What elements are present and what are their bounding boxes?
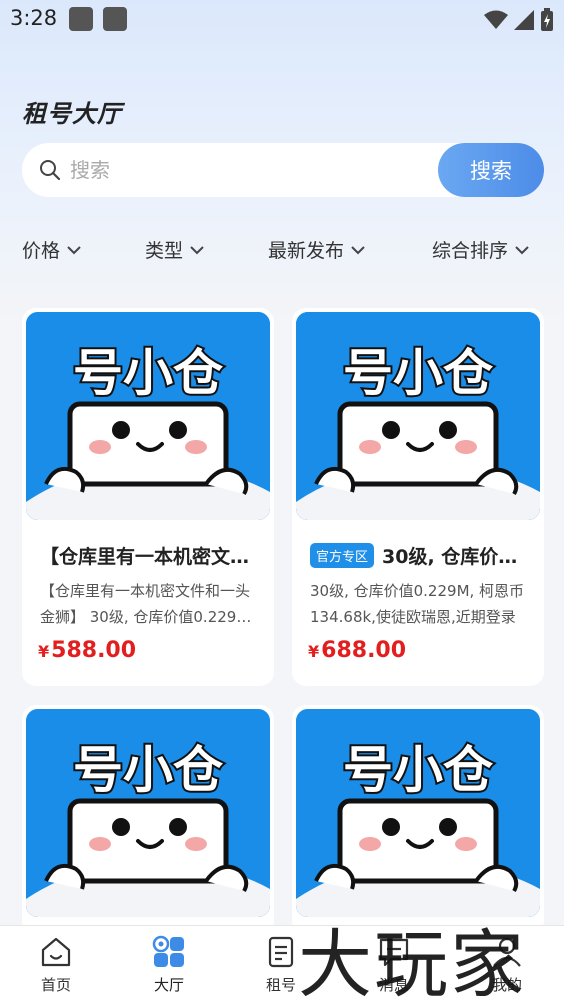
signal-icon	[514, 10, 534, 30]
notification-icon	[69, 7, 93, 31]
filter-latest[interactable]: 最新发布	[268, 236, 366, 263]
status-icons	[484, 8, 554, 32]
status-bar: 3:28	[0, 0, 564, 40]
filter-type[interactable]: 类型	[145, 236, 205, 263]
search-input[interactable]	[70, 149, 430, 191]
battery-icon	[541, 8, 553, 31]
message-icon	[379, 938, 409, 967]
listing-image: 号小仓	[296, 709, 540, 917]
tab-label: 消息	[378, 976, 409, 994]
filter-price[interactable]: 价格	[22, 236, 82, 263]
chevron-down-icon	[67, 245, 81, 254]
listing-price: ¥588.00	[38, 638, 136, 663]
mascot-logo: 号小仓	[296, 312, 540, 520]
filter-label: 最新发布	[268, 240, 345, 262]
listing-price: ¥688.00	[308, 638, 406, 663]
listing-title-text: 【仓库里有一本机密文件和一头金狮】	[40, 546, 262, 568]
tab-rent[interactable]: 租号	[236, 934, 326, 995]
mascot-logo-text: 号小仓	[73, 741, 224, 799]
tab-label: 租号	[265, 976, 296, 994]
mascot-logo-text: 号小仓	[343, 344, 494, 402]
mascot-logo: 号小仓	[26, 709, 270, 917]
search-icon	[40, 160, 61, 181]
tab-label: 大厅	[153, 976, 184, 994]
listing-card[interactable]: 号小仓 官方专区 30级, 仓库价值0.229M 30级, 仓库价值0.229M…	[292, 308, 544, 686]
wifi-icon	[484, 10, 508, 29]
listing-image: 号小仓	[26, 312, 270, 520]
official-zone-badge: 官方专区	[310, 543, 375, 568]
search-bar: 搜索	[22, 143, 544, 197]
listing-card[interactable]: 号小仓	[22, 705, 274, 935]
chevron-down-icon	[515, 245, 529, 254]
profile-icon	[493, 937, 521, 967]
tab-home[interactable]: 首页	[11, 934, 101, 995]
rent-document-icon	[268, 936, 294, 968]
tab-messages[interactable]: 消息	[349, 934, 439, 995]
listing-title-text: 30级, 仓库价值0.229M	[382, 546, 532, 568]
hall-grid-icon	[152, 935, 184, 967]
listing-card[interactable]: 号小仓	[292, 705, 544, 935]
mascot-logo: 号小仓	[26, 312, 270, 520]
page-title: 租号大厅	[22, 100, 122, 128]
mascot-logo-text: 号小仓	[73, 344, 224, 402]
search-button[interactable]: 搜索	[438, 143, 544, 197]
mascot-logo: 号小仓	[296, 709, 540, 917]
filter-label: 综合排序	[432, 240, 509, 262]
bottom-tab-bar: 首页 大厅 租号 消息 我的	[0, 925, 564, 1004]
price-value: 688.00	[321, 638, 407, 663]
status-time: 3:28	[10, 6, 58, 30]
currency-symbol: ¥	[38, 642, 50, 661]
mascot-logo-text: 号小仓	[343, 741, 494, 799]
listing-title: 官方专区 30级, 仓库价值0.229M	[310, 542, 532, 569]
tab-label: 我的	[491, 976, 522, 994]
listing-image: 号小仓	[296, 312, 540, 520]
home-icon	[41, 937, 71, 967]
currency-symbol: ¥	[308, 642, 320, 661]
tab-profile[interactable]: 我的	[462, 934, 552, 995]
price-value: 588.00	[51, 638, 137, 663]
chevron-down-icon	[190, 245, 204, 254]
listing-description: 30级, 仓库价值0.229M, 柯恩币134.68k,使徒欧瑞恩,近期登录	[310, 582, 525, 626]
filter-sort[interactable]: 综合排序	[432, 236, 530, 263]
tab-hall[interactable]: 大厅	[124, 934, 214, 995]
filter-row: 价格 类型 最新发布 综合排序	[0, 236, 564, 272]
filter-label: 类型	[145, 240, 184, 262]
notification-icon	[103, 7, 127, 31]
chevron-down-icon	[351, 245, 365, 254]
filter-label: 价格	[22, 240, 61, 262]
listing-title: 【仓库里有一本机密文件和一头金狮】	[40, 542, 262, 569]
listing-card[interactable]: 号小仓 【仓库里有一本机密文件和一头金狮】 【仓库里有一本机密文件和一头金狮】 …	[22, 308, 274, 686]
tab-label: 首页	[40, 976, 71, 994]
listing-description: 【仓库里有一本机密文件和一头金狮】 30级, 仓库价值0.229M, 柯恩币13…	[40, 582, 255, 626]
listing-image: 号小仓	[26, 709, 270, 917]
